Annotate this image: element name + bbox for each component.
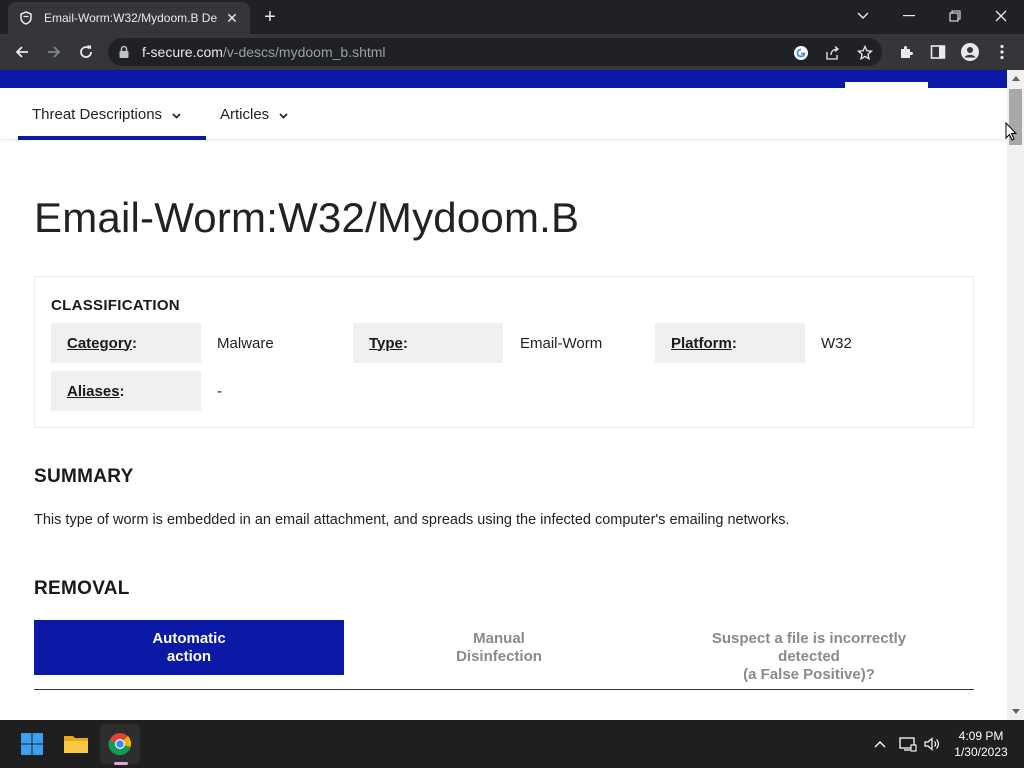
subnav-bar: Threat Descriptions Articles [0, 88, 1007, 140]
minimize-button[interactable] [894, 4, 924, 28]
google-lens-icon[interactable] [792, 44, 810, 62]
category-value: Malware [217, 334, 274, 352]
summary-text: This type of worm is embedded in an emai… [34, 512, 790, 528]
chrome-taskbar-button[interactable] [100, 724, 140, 764]
back-button[interactable] [10, 40, 34, 64]
aliases-key[interactable]: Aliases: [51, 371, 201, 411]
classification-box: CLASSIFICATION Category: Malware Type: E… [34, 276, 974, 428]
scroll-down-icon[interactable] [1007, 703, 1024, 720]
reload-button[interactable] [74, 40, 98, 64]
tabs-divider [34, 689, 974, 690]
shield-favicon-icon [18, 10, 34, 26]
share-icon[interactable] [824, 44, 842, 62]
page-title: Email-Worm:W32/Mydoom.B [34, 194, 580, 241]
page-scrollbar[interactable] [1007, 70, 1024, 720]
close-tab-icon[interactable]: ✕ [224, 10, 240, 27]
profile-avatar-icon[interactable] [960, 42, 980, 62]
lock-icon[interactable] [118, 45, 130, 64]
classification-heading: CLASSIFICATION [51, 297, 180, 314]
browser-tab[interactable]: Email-Worm:W32/Mydoom.B De ✕ [8, 2, 250, 34]
taskbar-clock[interactable]: 4:09 PM 1/30/2023 [946, 728, 1016, 760]
extensions-puzzle-icon[interactable] [896, 42, 916, 62]
category-key[interactable]: Category: [51, 323, 201, 363]
browser-toolbar: f-secure.com/v-descs/mydoom_b.shtml [0, 34, 1024, 70]
network-icon[interactable] [898, 734, 918, 754]
platform-key[interactable]: Platform: [655, 323, 805, 363]
start-button[interactable] [12, 724, 52, 764]
clock-time: 4:09 PM [958, 729, 1004, 743]
active-app-indicator [114, 762, 128, 765]
address-bar[interactable]: f-secure.com/v-descs/mydoom_b.shtml [108, 38, 882, 66]
new-tab-button[interactable]: + [258, 6, 282, 28]
subnav-label: Articles [220, 105, 270, 123]
windows-logo-icon [21, 733, 43, 755]
tab-search-chevron-icon[interactable] [848, 4, 878, 28]
chevron-down-icon [279, 106, 288, 123]
forward-button[interactable] [42, 40, 66, 64]
platform-value: W32 [821, 334, 852, 352]
bookmark-star-icon[interactable] [856, 44, 874, 62]
subnav-threat-descriptions[interactable]: Threat Descriptions [32, 88, 181, 140]
aliases-value: - [217, 382, 222, 400]
chrome-icon [108, 733, 132, 756]
type-value: Email-Worm [520, 334, 603, 352]
folder-icon [64, 736, 88, 753]
url-text[interactable]: f-secure.com/v-descs/mydoom_b.shtml [142, 44, 386, 60]
subnav-label: Threat Descriptions [32, 105, 163, 123]
tab-false-positive[interactable]: Suspect a file is incorrectly detected (… [654, 629, 964, 684]
subnav-articles[interactable]: Articles [220, 88, 288, 140]
side-panel-icon[interactable] [928, 42, 948, 62]
restore-button[interactable] [940, 4, 970, 28]
type-key[interactable]: Type: [353, 323, 503, 363]
tab-automatic-action[interactable]: Automatic action [34, 620, 344, 675]
volume-icon[interactable] [922, 734, 942, 754]
windows-taskbar: 4:09 PM 1/30/2023 [0, 720, 1024, 768]
removal-heading: REMOVAL [34, 578, 130, 599]
chevron-down-icon [172, 106, 181, 123]
close-window-button[interactable] [986, 4, 1016, 28]
scroll-up-icon[interactable] [1007, 70, 1024, 87]
tab-manual-disinfection[interactable]: Manual Disinfection [344, 620, 654, 675]
chrome-menu-icon[interactable] [992, 42, 1012, 62]
summary-heading: SUMMARY [34, 466, 134, 487]
browser-titlebar: Email-Worm:W32/Mydoom.B De ✕ + [0, 0, 1024, 34]
tab-title: Email-Worm:W32/Mydoom.B De [44, 11, 218, 25]
clock-date: 1/30/2023 [954, 745, 1008, 759]
chevron-up-icon[interactable] [870, 734, 890, 754]
page-viewport: Threat Descriptions Articles Email-Worm:… [0, 70, 1007, 720]
subnav-active-indicator [18, 136, 206, 140]
file-explorer-button[interactable] [56, 724, 96, 764]
mouse-cursor-icon [1005, 121, 1018, 142]
